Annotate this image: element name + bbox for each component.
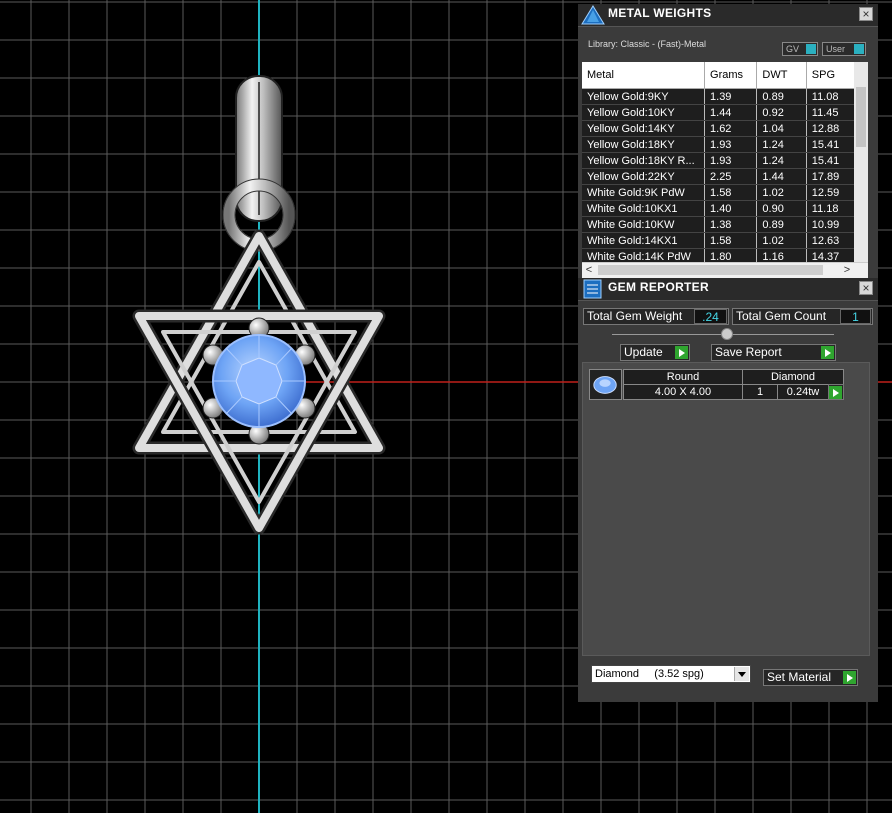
cell-grams: 1.39 [704, 88, 758, 105]
save-report-label: Save Report [715, 345, 782, 359]
play-arrow-icon [675, 346, 688, 359]
gem-reporter-panel: GEM REPORTER × Total Gem Weight .24 Tota… [578, 278, 878, 702]
column-header-dwt[interactable]: DWT [756, 62, 807, 89]
cell-grams: 1.58 [704, 232, 758, 249]
round-gem-icon [589, 369, 622, 400]
vertical-scrollbar[interactable] [854, 62, 868, 262]
cell-metal: White Gold:10KW [582, 216, 706, 233]
scroll-right-icon[interactable]: > [840, 263, 854, 278]
table-row[interactable]: Yellow Gold:9KY 1.39 0.89 11.08 [582, 88, 868, 105]
cell-grams: 1.93 [704, 136, 758, 153]
horizontal-scrollbar[interactable]: < > [582, 262, 868, 278]
metal-weights-table[interactable]: Metal Grams DWT SPG Yellow Gold:9KY 1.39 0… [582, 62, 868, 278]
total-gem-count-value: 1 [840, 309, 871, 324]
cell-metal: Yellow Gold:22KY [582, 168, 706, 185]
material-select[interactable]: Diamond (3.52 spg) [591, 665, 751, 683]
cell-dwt: 1.02 [756, 184, 807, 201]
set-material-label: Set Material [767, 670, 832, 684]
gem-report-icon [583, 279, 602, 299]
close-icon[interactable]: × [859, 281, 873, 295]
update-button[interactable]: Update [620, 344, 690, 361]
cell-metal: Yellow Gold:9KY [582, 88, 706, 105]
metal-weights-titlebar[interactable]: METAL WEIGHTS × [578, 4, 878, 27]
gem-weight: 0.24tw [777, 384, 829, 400]
scroll-thumb[interactable] [598, 265, 823, 275]
material-select-value: Diamond (3.52 spg) [595, 668, 704, 680]
cell-metal: Yellow Gold:18KY [582, 136, 706, 153]
table-row[interactable]: Yellow Gold:14KY 1.62 1.04 12.88 [582, 120, 868, 137]
cell-grams: 1.38 [704, 216, 758, 233]
table-row[interactable]: Yellow Gold:18KY R... 1.93 1.24 15.41 [582, 152, 868, 169]
cell-metal: White Gold:10KX1 [582, 200, 706, 217]
cell-dwt: 0.89 [756, 216, 807, 233]
table-row[interactable]: Yellow Gold:22KY 2.25 1.44 17.89 [582, 168, 868, 185]
cell-dwt: 0.90 [756, 200, 807, 217]
cell-dwt: 0.89 [756, 88, 807, 105]
cell-dwt: 1.02 [756, 232, 807, 249]
round-diamond-gem[interactable] [212, 334, 306, 428]
play-arrow-icon [829, 386, 842, 399]
gem-material: Diamond [742, 369, 844, 385]
scroll-left-icon[interactable]: < [582, 263, 596, 278]
cell-dwt: 0.92 [756, 104, 807, 121]
play-arrow-icon [843, 671, 856, 684]
cell-metal: White Gold:14KX1 [582, 232, 706, 249]
cell-grams: 1.44 [704, 104, 758, 121]
total-gem-weight-value: .24 [694, 309, 727, 324]
column-header-grams[interactable]: Grams [704, 62, 758, 89]
gem-shape: Round [623, 369, 743, 385]
gem-reporter-title: GEM REPORTER [608, 280, 709, 294]
set-material-button[interactable]: Set Material [763, 669, 858, 686]
gem-count: 1 [742, 384, 778, 400]
table-row[interactable]: Yellow Gold:10KY 1.44 0.92 11.45 [582, 104, 868, 121]
toggle-knob-icon [806, 44, 816, 54]
gem-size: 4.00 X 4.00 [623, 384, 743, 400]
cell-dwt: 1.04 [756, 120, 807, 137]
cell-dwt: 1.24 [756, 136, 807, 153]
table-row[interactable]: White Gold:9K PdW 1.58 1.02 12.59 [582, 184, 868, 201]
cell-metal: Yellow Gold:18KY R... [582, 152, 706, 169]
splitter-handle[interactable] [721, 328, 733, 340]
metal-weights-panel: METAL WEIGHTS × Library: Classic - (Fast… [578, 4, 878, 278]
column-header-metal[interactable]: Metal [582, 62, 706, 89]
save-report-button[interactable]: Save Report [711, 344, 836, 361]
pyramid-logo-icon [581, 5, 605, 25]
table-row[interactable]: White Gold:10KX1 1.40 0.90 11.18 [582, 200, 868, 217]
cell-grams: 1.93 [704, 152, 758, 169]
gv-toggle[interactable]: GV [782, 42, 818, 56]
gv-toggle-label: GV [786, 44, 800, 54]
table-header-row: Metal Grams DWT SPG [582, 62, 868, 89]
metal-weights-title: METAL WEIGHTS [608, 6, 712, 20]
cell-dwt: 1.24 [756, 152, 807, 169]
cell-metal: Yellow Gold:10KY [582, 104, 706, 121]
toggle-knob-icon [854, 44, 864, 54]
play-arrow-icon [821, 346, 834, 359]
cell-grams: 1.62 [704, 120, 758, 137]
table-row[interactable]: White Gold:14KX1 1.58 1.02 12.63 [582, 232, 868, 249]
cell-grams: 2.25 [704, 168, 758, 185]
cell-grams: 1.58 [704, 184, 758, 201]
gem-reporter-titlebar[interactable]: GEM REPORTER × [578, 278, 878, 301]
update-button-label: Update [624, 345, 663, 359]
close-icon[interactable]: × [859, 7, 873, 21]
table-row[interactable]: Yellow Gold:18KY 1.93 1.24 15.41 [582, 136, 868, 153]
cell-metal: Yellow Gold:14KY [582, 120, 706, 137]
library-label: Library: Classic - (Fast)-Metal [588, 39, 707, 49]
gem-go-button[interactable] [828, 384, 844, 400]
scroll-thumb[interactable] [856, 87, 866, 147]
gem-list[interactable]: Round Diamond 4.00 X 4.00 1 0.24tw [582, 362, 870, 656]
table-row[interactable]: White Gold:10KW 1.38 0.89 10.99 [582, 216, 868, 233]
user-toggle-label: User [826, 44, 846, 54]
chevron-down-icon[interactable] [734, 667, 749, 681]
cell-metal: White Gold:9K PdW [582, 184, 706, 201]
cell-dwt: 1.44 [756, 168, 807, 185]
user-toggle[interactable]: User [822, 42, 866, 56]
cell-grams: 1.40 [704, 200, 758, 217]
